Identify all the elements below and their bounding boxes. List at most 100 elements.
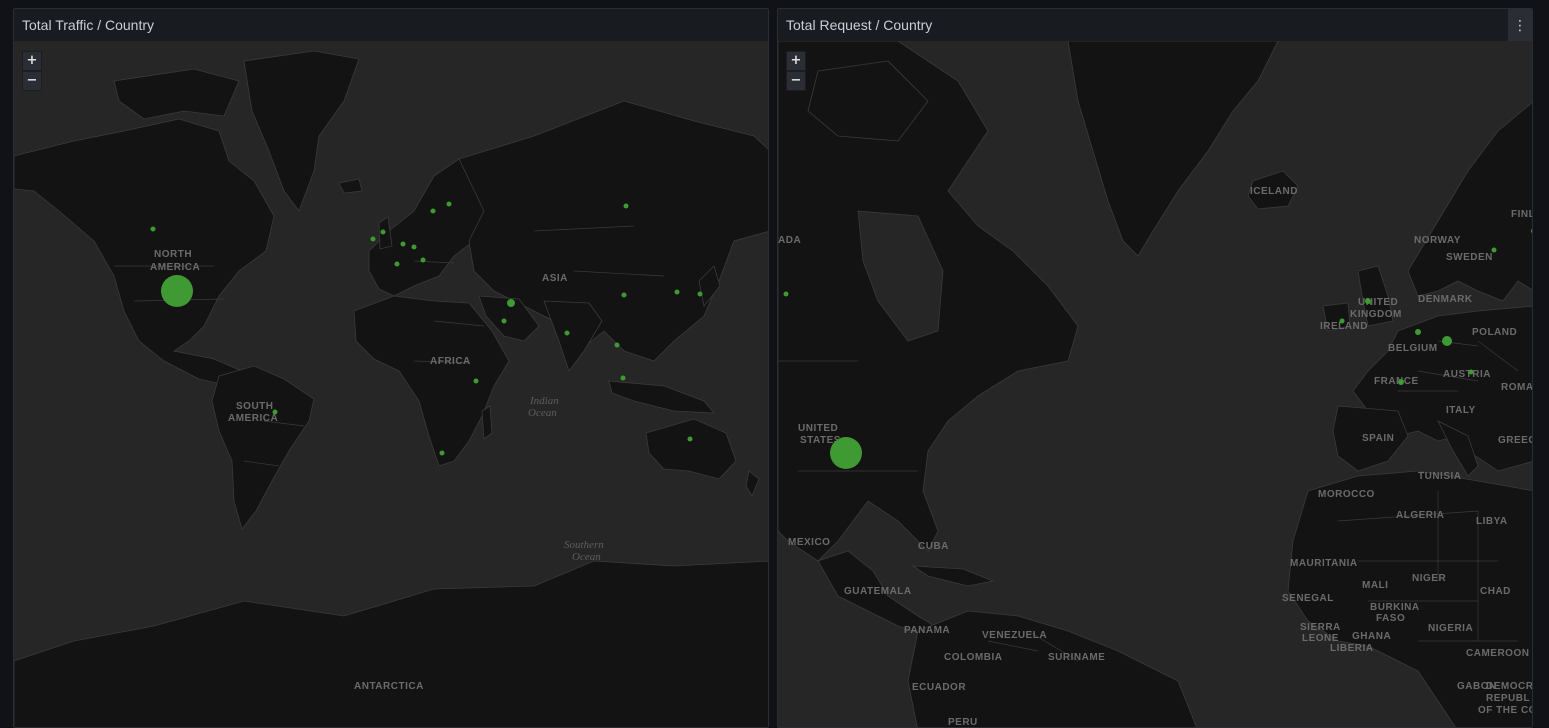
marker-russia[interactable] bbox=[623, 203, 629, 209]
label-belgium: BELGIUM bbox=[1388, 343, 1438, 354]
marker-austria[interactable] bbox=[420, 257, 426, 263]
panel-header[interactable]: Total Traffic / Country bbox=[14, 9, 768, 41]
label-ecuador: ECUADOR bbox=[912, 682, 966, 693]
label-panama: PANAMA bbox=[904, 625, 950, 636]
new-zealand bbox=[745, 470, 760, 497]
marker-canada[interactable] bbox=[783, 291, 789, 297]
label-iceland: ICELAND bbox=[1250, 186, 1298, 197]
marker-canada[interactable] bbox=[150, 226, 156, 232]
australia bbox=[645, 418, 737, 480]
label-morocco: MOROCCO bbox=[1318, 489, 1375, 500]
label-niger: NIGER bbox=[1412, 573, 1446, 584]
label-southern-ocean-1: Southern bbox=[564, 539, 604, 551]
label-antarctica: ANTARCTICA bbox=[354, 681, 424, 692]
label-italy: ITALY bbox=[1446, 405, 1476, 416]
marker-germany[interactable] bbox=[1442, 336, 1452, 346]
marker-ireland[interactable] bbox=[1339, 318, 1345, 324]
label-north-america-1: NORTH bbox=[154, 249, 192, 260]
label-mali: MALI bbox=[1362, 580, 1388, 591]
label-peru: PERU bbox=[948, 717, 978, 727]
zoom-out-button[interactable]: − bbox=[22, 71, 42, 91]
label-greece: GREEC bbox=[1498, 435, 1532, 446]
panel-title: Total Traffic / Country bbox=[22, 17, 155, 33]
label-venezuela: VENEZUELA bbox=[982, 630, 1047, 641]
marker-netherlands[interactable] bbox=[1415, 329, 1421, 335]
label-sierra-leone-1: SIERRA bbox=[1300, 622, 1341, 633]
zoom-out-button[interactable]: − bbox=[786, 71, 806, 91]
label-ireland: IRELAND bbox=[1320, 321, 1368, 332]
marker-japan[interactable] bbox=[697, 291, 703, 297]
label-finland: FINL bbox=[1511, 209, 1532, 220]
label-south-america-2: AMERICA bbox=[228, 413, 278, 424]
label-libya: LIBYA bbox=[1476, 516, 1508, 527]
label-drc-2: REPUBL bbox=[1486, 693, 1530, 704]
marker-france[interactable] bbox=[1398, 379, 1404, 385]
marker-france[interactable] bbox=[394, 261, 400, 267]
label-mauritania: MAURITANIA bbox=[1290, 558, 1358, 569]
label-liberia: LIBERIA bbox=[1330, 643, 1374, 654]
label-denmark: DENMARK bbox=[1418, 294, 1473, 305]
marker-korea[interactable] bbox=[674, 289, 680, 295]
label-south-america-1: SOUTH bbox=[236, 401, 274, 412]
scandinavia bbox=[1407, 102, 1532, 302]
marker-united-states[interactable] bbox=[830, 437, 862, 469]
marker-sweden[interactable] bbox=[430, 208, 436, 214]
label-africa: AFRICA bbox=[430, 356, 471, 367]
panel-total-traffic-country: Total Traffic / Country NORTH AMERICA SO… bbox=[13, 8, 769, 728]
marker-united-states[interactable] bbox=[161, 275, 193, 307]
label-united-kingdom-1: UNITED bbox=[1358, 297, 1398, 308]
marker-brazil[interactable] bbox=[272, 409, 278, 415]
label-cuba: CUBA bbox=[918, 541, 949, 552]
marker-china[interactable] bbox=[621, 292, 627, 298]
marker-india[interactable] bbox=[564, 330, 570, 336]
label-indian-ocean-2: Ocean bbox=[528, 407, 557, 419]
marker-uae[interactable] bbox=[501, 318, 507, 324]
label-burkina-faso-1: BURKINA bbox=[1370, 602, 1420, 613]
label-senegal: SENEGAL bbox=[1282, 593, 1334, 604]
marker-united-kingdom[interactable] bbox=[1365, 298, 1371, 304]
marker-singapore[interactable] bbox=[620, 375, 626, 381]
marker-sweden[interactable] bbox=[1491, 247, 1497, 253]
marker-iran[interactable] bbox=[507, 299, 515, 307]
label-asia: ASIA bbox=[542, 273, 568, 284]
marker-australia[interactable] bbox=[687, 436, 693, 442]
marker-germany[interactable] bbox=[411, 244, 417, 250]
world-map[interactable]: NORTH AMERICA SOUTH AMERICA AFRICA ASIA … bbox=[14, 41, 768, 727]
marker-ireland[interactable] bbox=[370, 236, 376, 242]
label-chad: CHAD bbox=[1480, 586, 1511, 597]
label-canada: ADA bbox=[778, 235, 801, 246]
marker-south-africa[interactable] bbox=[439, 450, 445, 456]
label-united-kingdom-2: KINGDOM bbox=[1350, 309, 1402, 320]
label-france: FRANCE bbox=[1374, 376, 1419, 387]
marker-kenya[interactable] bbox=[473, 378, 479, 384]
marker-austria[interactable] bbox=[1468, 369, 1474, 375]
map-canvas[interactable]: ICELAND ADA NORWAY SWEDEN FINL UNITED KI… bbox=[778, 41, 1532, 727]
world-map-zoomed[interactable]: ICELAND ADA NORWAY SWEDEN FINL UNITED KI… bbox=[778, 41, 1532, 727]
marker-united-kingdom[interactable] bbox=[380, 229, 386, 235]
zoom-control: + − bbox=[22, 51, 42, 91]
south-america bbox=[907, 610, 1197, 727]
label-nigeria: NIGERIA bbox=[1428, 623, 1473, 634]
south-america bbox=[211, 365, 315, 530]
panel-header[interactable]: Total Request / Country ⋮ bbox=[778, 9, 1532, 41]
panel-menu-icon[interactable]: ⋮ bbox=[1508, 9, 1532, 41]
label-drc-1: DEMOCR bbox=[1486, 681, 1532, 692]
label-roma: ROMA bbox=[1501, 382, 1532, 393]
marker-netherlands[interactable] bbox=[400, 241, 406, 247]
panel-title: Total Request / Country bbox=[786, 17, 933, 33]
marker-finland[interactable] bbox=[446, 201, 452, 207]
marker-vietnam[interactable] bbox=[614, 342, 620, 348]
map-canvas[interactable]: NORTH AMERICA SOUTH AMERICA AFRICA ASIA … bbox=[14, 41, 768, 727]
label-cameroon: CAMEROON bbox=[1466, 648, 1529, 659]
label-algeria: ALGERIA bbox=[1396, 510, 1445, 521]
greenland bbox=[1067, 41, 1279, 257]
arctic-islands bbox=[113, 68, 240, 120]
iceland bbox=[338, 178, 363, 194]
africa bbox=[353, 295, 510, 467]
north-america bbox=[14, 118, 275, 387]
zoom-in-button[interactable]: + bbox=[22, 51, 42, 71]
india bbox=[543, 300, 603, 372]
label-guatemala: GUATEMALA bbox=[844, 586, 912, 597]
zoom-in-button[interactable]: + bbox=[786, 51, 806, 71]
zoom-control: + − bbox=[786, 51, 806, 91]
